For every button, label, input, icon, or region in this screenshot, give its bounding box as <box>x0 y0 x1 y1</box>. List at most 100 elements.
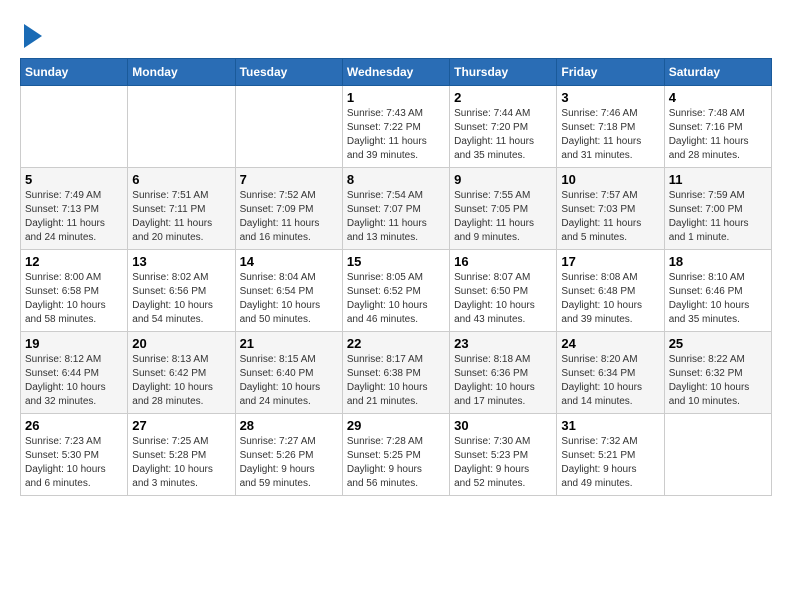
calendar-cell: 22 Sunrise: 8:17 AM Sunset: 6:38 PM Dayli… <box>342 332 449 414</box>
day-info: Sunrise: 7:52 AM Sunset: 7:09 PM Dayligh… <box>240 189 338 245</box>
calendar-cell: 27Sunrise: 7:25 AM Sunset: 5:28 PM Dayli… <box>128 414 235 496</box>
day-number: 16 <box>454 254 552 269</box>
calendar-week-row: 5 Sunrise: 7:49 AM Sunset: 7:13 PM Daylig… <box>21 168 772 250</box>
day-number: 22 <box>347 336 445 351</box>
day-number: 27 <box>132 418 230 433</box>
day-number: 28 <box>240 418 338 433</box>
day-number: 31 <box>561 418 659 433</box>
day-number: 2 <box>454 90 552 105</box>
day-number: 13 <box>132 254 230 269</box>
day-number: 5 <box>25 172 123 187</box>
day-info: Sunrise: 7:30 AM Sunset: 5:23 PM Dayligh… <box>454 435 552 491</box>
calendar-cell: 21 Sunrise: 8:15 AM Sunset: 6:40 PM Dayli… <box>235 332 342 414</box>
day-info: Sunrise: 8:22 AM Sunset: 6:32 PM Dayligh… <box>669 353 767 409</box>
day-number: 6 <box>132 172 230 187</box>
calendar-cell: 23Sunrise: 8:18 AM Sunset: 6:36 PM Dayli… <box>450 332 557 414</box>
calendar-header: SundayMondayTuesdayWednesdayThursdayFrid… <box>21 59 772 86</box>
day-info: Sunrise: 8:18 AM Sunset: 6:36 PM Dayligh… <box>454 353 552 409</box>
day-number: 29 <box>347 418 445 433</box>
day-number: 12 <box>25 254 123 269</box>
weekday-header-friday: Friday <box>557 59 664 86</box>
day-info: Sunrise: 7:46 AM Sunset: 7:18 PM Dayligh… <box>561 107 659 163</box>
day-number: 15 <box>347 254 445 269</box>
calendar-cell: 29 Sunrise: 7:28 AM Sunset: 5:25 PM Dayli… <box>342 414 449 496</box>
day-info: Sunrise: 8:00 AM Sunset: 6:58 PM Dayligh… <box>25 271 123 327</box>
weekday-header-monday: Monday <box>128 59 235 86</box>
day-number: 14 <box>240 254 338 269</box>
day-number: 20 <box>132 336 230 351</box>
day-number: 21 <box>240 336 338 351</box>
day-number: 11 <box>669 172 767 187</box>
day-number: 8 <box>347 172 445 187</box>
day-number: 18 <box>669 254 767 269</box>
day-info: Sunrise: 8:10 AM Sunset: 6:46 PM Dayligh… <box>669 271 767 327</box>
day-number: 19 <box>25 336 123 351</box>
calendar-cell: 16Sunrise: 8:07 AM Sunset: 6:50 PM Dayli… <box>450 250 557 332</box>
calendar-cell: 26Sunrise: 7:23 AM Sunset: 5:30 PM Dayli… <box>21 414 128 496</box>
calendar-cell: 13 Sunrise: 8:02 AM Sunset: 6:56 PM Dayli… <box>128 250 235 332</box>
day-info: Sunrise: 7:32 AM Sunset: 5:21 PM Dayligh… <box>561 435 659 491</box>
day-info: Sunrise: 7:44 AM Sunset: 7:20 PM Dayligh… <box>454 107 552 163</box>
day-info: Sunrise: 8:17 AM Sunset: 6:38 PM Dayligh… <box>347 353 445 409</box>
logo-arrow-icon <box>24 24 42 48</box>
weekday-header-saturday: Saturday <box>664 59 771 86</box>
calendar-cell <box>235 86 342 168</box>
calendar-week-row: 19Sunrise: 8:12 AM Sunset: 6:44 PM Dayli… <box>21 332 772 414</box>
calendar-cell <box>664 414 771 496</box>
weekday-header-sunday: Sunday <box>21 59 128 86</box>
day-info: Sunrise: 7:27 AM Sunset: 5:26 PM Dayligh… <box>240 435 338 491</box>
day-info: Sunrise: 8:20 AM Sunset: 6:34 PM Dayligh… <box>561 353 659 409</box>
calendar-cell: 5 Sunrise: 7:49 AM Sunset: 7:13 PM Daylig… <box>21 168 128 250</box>
day-number: 10 <box>561 172 659 187</box>
calendar-cell: 1 Sunrise: 7:43 AM Sunset: 7:22 PM Daylig… <box>342 86 449 168</box>
calendar-body: 1 Sunrise: 7:43 AM Sunset: 7:22 PM Daylig… <box>21 86 772 496</box>
calendar-cell: 19Sunrise: 8:12 AM Sunset: 6:44 PM Dayli… <box>21 332 128 414</box>
day-info: Sunrise: 7:43 AM Sunset: 7:22 PM Dayligh… <box>347 107 445 163</box>
calendar-cell: 12 Sunrise: 8:00 AM Sunset: 6:58 PM Dayli… <box>21 250 128 332</box>
day-number: 1 <box>347 90 445 105</box>
weekday-header-thursday: Thursday <box>450 59 557 86</box>
day-number: 17 <box>561 254 659 269</box>
calendar-cell <box>128 86 235 168</box>
calendar-table: SundayMondayTuesdayWednesdayThursdayFrid… <box>20 58 772 496</box>
day-number: 3 <box>561 90 659 105</box>
calendar-cell <box>21 86 128 168</box>
day-info: Sunrise: 7:55 AM Sunset: 7:05 PM Dayligh… <box>454 189 552 245</box>
day-info: Sunrise: 8:05 AM Sunset: 6:52 PM Dayligh… <box>347 271 445 327</box>
day-info: Sunrise: 7:49 AM Sunset: 7:13 PM Dayligh… <box>25 189 123 245</box>
calendar-cell: 14Sunrise: 8:04 AM Sunset: 6:54 PM Dayli… <box>235 250 342 332</box>
calendar-cell: 24Sunrise: 8:20 AM Sunset: 6:34 PM Dayli… <box>557 332 664 414</box>
day-info: Sunrise: 7:59 AM Sunset: 7:00 PM Dayligh… <box>669 189 767 245</box>
day-info: Sunrise: 7:28 AM Sunset: 5:25 PM Dayligh… <box>347 435 445 491</box>
day-number: 7 <box>240 172 338 187</box>
day-number: 9 <box>454 172 552 187</box>
day-info: Sunrise: 7:54 AM Sunset: 7:07 PM Dayligh… <box>347 189 445 245</box>
calendar-cell: 20 Sunrise: 8:13 AM Sunset: 6:42 PM Dayli… <box>128 332 235 414</box>
logo <box>20 20 42 48</box>
calendar-week-row: 1 Sunrise: 7:43 AM Sunset: 7:22 PM Daylig… <box>21 86 772 168</box>
day-info: Sunrise: 7:57 AM Sunset: 7:03 PM Dayligh… <box>561 189 659 245</box>
day-number: 30 <box>454 418 552 433</box>
weekday-header-wednesday: Wednesday <box>342 59 449 86</box>
calendar-cell: 11 Sunrise: 7:59 AM Sunset: 7:00 PM Dayli… <box>664 168 771 250</box>
day-info: Sunrise: 8:08 AM Sunset: 6:48 PM Dayligh… <box>561 271 659 327</box>
calendar-cell: 17 Sunrise: 8:08 AM Sunset: 6:48 PM Dayli… <box>557 250 664 332</box>
calendar-cell: 28 Sunrise: 7:27 AM Sunset: 5:26 PM Dayli… <box>235 414 342 496</box>
calendar-cell: 15 Sunrise: 8:05 AM Sunset: 6:52 PM Dayli… <box>342 250 449 332</box>
calendar-cell: 25 Sunrise: 8:22 AM Sunset: 6:32 PM Dayli… <box>664 332 771 414</box>
day-info: Sunrise: 8:15 AM Sunset: 6:40 PM Dayligh… <box>240 353 338 409</box>
page-container: SundayMondayTuesdayWednesdayThursdayFrid… <box>20 20 772 496</box>
day-number: 25 <box>669 336 767 351</box>
day-info: Sunrise: 7:23 AM Sunset: 5:30 PM Dayligh… <box>25 435 123 491</box>
calendar-cell: 7 Sunrise: 7:52 AM Sunset: 7:09 PM Daylig… <box>235 168 342 250</box>
calendar-cell: 9 Sunrise: 7:55 AM Sunset: 7:05 PM Daylig… <box>450 168 557 250</box>
day-number: 4 <box>669 90 767 105</box>
calendar-cell: 8 Sunrise: 7:54 AM Sunset: 7:07 PM Daylig… <box>342 168 449 250</box>
calendar-cell: 3 Sunrise: 7:46 AM Sunset: 7:18 PM Daylig… <box>557 86 664 168</box>
day-info: Sunrise: 8:02 AM Sunset: 6:56 PM Dayligh… <box>132 271 230 327</box>
calendar-cell: 6Sunrise: 7:51 AM Sunset: 7:11 PM Daylig… <box>128 168 235 250</box>
day-info: Sunrise: 8:13 AM Sunset: 6:42 PM Dayligh… <box>132 353 230 409</box>
calendar-cell: 4 Sunrise: 7:48 AM Sunset: 7:16 PM Daylig… <box>664 86 771 168</box>
day-info: Sunrise: 7:48 AM Sunset: 7:16 PM Dayligh… <box>669 107 767 163</box>
calendar-week-row: 26Sunrise: 7:23 AM Sunset: 5:30 PM Dayli… <box>21 414 772 496</box>
